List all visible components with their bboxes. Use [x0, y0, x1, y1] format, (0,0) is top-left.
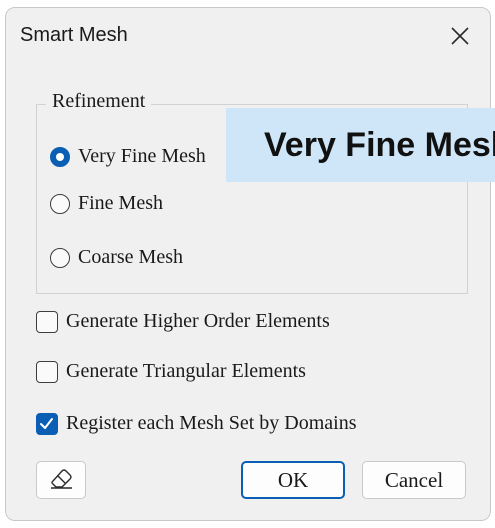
ok-button[interactable]: OK: [241, 461, 345, 499]
reset-button[interactable]: [36, 461, 86, 499]
radio-label: Coarse Mesh: [78, 246, 183, 268]
radio-button[interactable]: [50, 193, 70, 214]
checkbox[interactable]: [36, 360, 58, 383]
callout-banner: Very Fine Mesh: [226, 108, 495, 182]
ok-button-label: OK: [277, 467, 309, 492]
smart-mesh-dialog: Smart Mesh Refinement Very Fine Mesh Fin…: [5, 7, 491, 521]
cancel-button[interactable]: Cancel: [362, 461, 466, 499]
radio-fine-mesh[interactable]: Fine Mesh: [50, 192, 163, 215]
checkbox-triangular-elements[interactable]: Generate Triangular Elements: [36, 360, 306, 383]
checkbox-label: Generate Triangular Elements: [66, 360, 306, 382]
checkmark-icon: [40, 417, 53, 429]
checkbox-checked[interactable]: [36, 412, 58, 435]
refinement-group-label: Refinement: [46, 90, 152, 113]
close-icon[interactable]: [444, 20, 476, 52]
eraser-icon: [47, 466, 75, 495]
checkbox-label: Register each Mesh Set by Domains: [66, 412, 357, 434]
radio-coarse-mesh[interactable]: Coarse Mesh: [50, 246, 183, 269]
radio-button-selected[interactable]: [50, 146, 70, 167]
radio-very-fine-mesh[interactable]: Very Fine Mesh: [50, 145, 206, 168]
radio-button[interactable]: [50, 247, 70, 268]
cancel-button-label: Cancel: [384, 467, 444, 492]
checkbox-label: Generate Higher Order Elements: [66, 310, 330, 332]
radio-label: Very Fine Mesh: [78, 145, 206, 167]
checkbox[interactable]: [36, 310, 58, 333]
checkbox-higher-order-elements[interactable]: Generate Higher Order Elements: [36, 310, 330, 333]
checkbox-register-mesh-set-by-domains[interactable]: Register each Mesh Set by Domains: [36, 412, 357, 435]
radio-label: Fine Mesh: [78, 192, 163, 214]
title-bar: Smart Mesh: [6, 8, 490, 64]
window-title: Smart Mesh: [20, 24, 128, 46]
